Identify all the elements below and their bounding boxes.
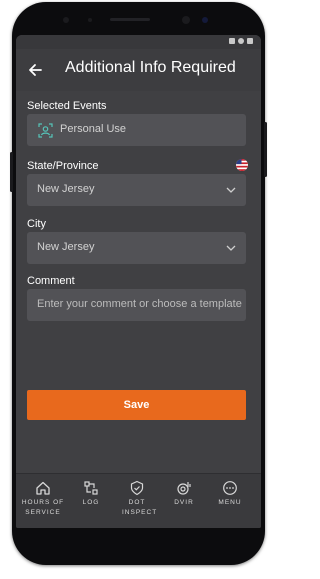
state-label: State/Province bbox=[27, 160, 99, 172]
log-icon bbox=[84, 481, 98, 495]
state-value: New Jersey bbox=[37, 183, 95, 195]
app-bar: Additional Info Required bbox=[16, 49, 261, 91]
nav-dvir[interactable]: DVIR bbox=[160, 480, 208, 508]
wifi-icon bbox=[238, 38, 244, 44]
back-arrow-icon[interactable] bbox=[26, 61, 44, 79]
app-screen: Additional Info Required Selected Events… bbox=[16, 35, 261, 528]
city-label: City bbox=[27, 218, 46, 230]
state-select[interactable]: New Jersey bbox=[27, 174, 246, 206]
nav-label: LOG bbox=[82, 499, 100, 506]
nav-label: MENU bbox=[218, 499, 242, 506]
nav-label: DVIR bbox=[174, 499, 194, 506]
nav-menu[interactable]: MENU bbox=[206, 480, 254, 508]
phone-sensors bbox=[63, 16, 208, 24]
bottom-nav: HOURS OF SERVICE LOG DOT INSPECT DVIR ME… bbox=[16, 473, 261, 528]
chevron-down-icon bbox=[226, 245, 236, 251]
dvir-icon bbox=[177, 482, 191, 495]
selected-events-label: Selected Events bbox=[27, 100, 107, 112]
status-icons bbox=[229, 38, 253, 44]
nav-label: DOT INSPECT bbox=[122, 499, 158, 516]
city-value: New Jersey bbox=[37, 241, 95, 253]
signal-icon bbox=[229, 38, 235, 44]
us-flag-icon bbox=[236, 159, 248, 171]
menu-icon bbox=[223, 481, 237, 495]
chevron-down-icon bbox=[226, 187, 236, 193]
battery-icon bbox=[247, 38, 253, 44]
comment-placeholder: Enter your comment or choose a template bbox=[37, 298, 242, 310]
power-button bbox=[264, 122, 267, 177]
page-title: Additional Info Required bbox=[65, 59, 236, 76]
home-icon bbox=[36, 481, 50, 495]
nav-log[interactable]: LOG bbox=[67, 480, 115, 508]
shield-check-icon bbox=[130, 480, 144, 496]
status-bar bbox=[16, 35, 261, 49]
nav-hours-of-service[interactable]: HOURS OF SERVICE bbox=[19, 480, 67, 518]
comment-input[interactable]: Enter your comment or choose a template bbox=[27, 289, 246, 321]
city-select[interactable]: New Jersey bbox=[27, 232, 246, 264]
save-button[interactable]: Save bbox=[27, 390, 246, 420]
personal-use-icon bbox=[38, 123, 53, 138]
selected-event-value: Personal Use bbox=[60, 123, 127, 135]
selected-event-field[interactable]: Personal Use bbox=[27, 114, 246, 146]
nav-dot-inspect[interactable]: DOT INSPECT bbox=[113, 480, 161, 518]
nav-label: HOURS OF SERVICE bbox=[21, 499, 65, 516]
comment-label: Comment bbox=[27, 275, 75, 287]
volume-button bbox=[10, 152, 13, 192]
